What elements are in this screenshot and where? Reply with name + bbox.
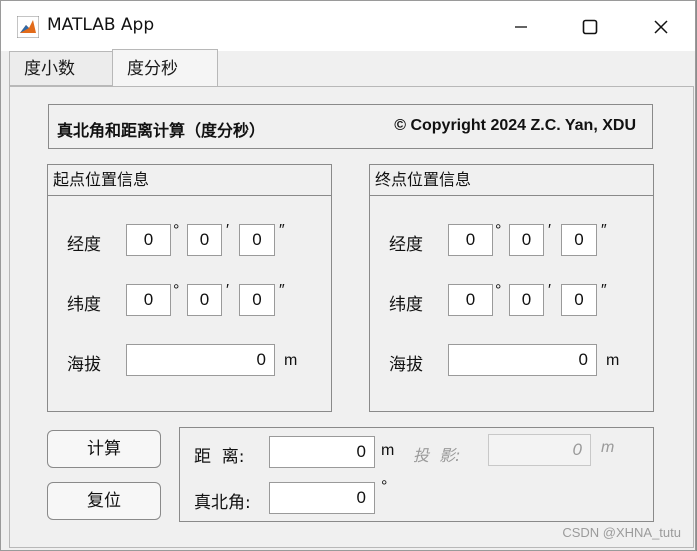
projection-output: 0 bbox=[488, 434, 591, 466]
start-panel-title: 起点位置信息 bbox=[48, 165, 331, 196]
matlab-icon bbox=[17, 16, 39, 38]
start-lat-min-input[interactable]: 0 bbox=[187, 284, 222, 316]
window-title: MATLAB App bbox=[47, 15, 155, 35]
meter-unit: m bbox=[381, 442, 395, 459]
header-banner: 真北角和距离计算（度分秒） © Copyright 2024 Z.C. Yan,… bbox=[48, 104, 653, 149]
min-unit: ′ bbox=[226, 222, 229, 239]
start-lon-label: 经度 bbox=[67, 235, 101, 255]
deg-unit: ° bbox=[173, 282, 180, 299]
azimuth-label: 真北角: bbox=[194, 493, 251, 513]
reset-button[interactable]: 复位 bbox=[47, 482, 161, 520]
end-lat-deg-input[interactable]: 0 bbox=[448, 284, 493, 316]
start-lat-deg-input[interactable]: 0 bbox=[126, 284, 171, 316]
page-title: 真北角和距离计算（度分秒） bbox=[57, 121, 266, 140]
tab-dms[interactable]: 度分秒 bbox=[112, 49, 218, 86]
maximize-icon bbox=[582, 19, 598, 35]
min-unit: ′ bbox=[548, 282, 551, 299]
meter-unit: m bbox=[601, 439, 615, 456]
end-lat-min-input[interactable]: 0 bbox=[509, 284, 544, 316]
start-lon-min-input[interactable]: 0 bbox=[187, 224, 222, 256]
calculate-button[interactable]: 计算 bbox=[47, 430, 161, 468]
sec-unit: ″ bbox=[601, 222, 607, 239]
end-lon-min-input[interactable]: 0 bbox=[509, 224, 544, 256]
maximize-button[interactable] bbox=[568, 11, 612, 43]
min-unit: ′ bbox=[548, 222, 551, 239]
start-lon-deg-input[interactable]: 0 bbox=[126, 224, 171, 256]
start-lon-sec-input[interactable]: 0 bbox=[239, 224, 275, 256]
start-alt-input[interactable]: 0 bbox=[126, 344, 275, 376]
deg-unit: ° bbox=[495, 282, 502, 299]
min-unit: ′ bbox=[226, 282, 229, 299]
end-lon-deg-input[interactable]: 0 bbox=[448, 224, 493, 256]
deg-unit: ° bbox=[381, 478, 388, 495]
close-icon bbox=[654, 20, 668, 34]
meter-unit: m bbox=[284, 352, 298, 369]
deg-unit: ° bbox=[173, 222, 180, 239]
app-window: MATLAB App 度小数 度分秒 真北角和距离计算（度分秒） © Copyr… bbox=[0, 0, 696, 551]
sec-unit: ″ bbox=[279, 222, 285, 239]
end-lat-sec-input[interactable]: 0 bbox=[561, 284, 597, 316]
projection-label: 投 影: bbox=[413, 446, 461, 465]
end-alt-label: 海拔 bbox=[389, 355, 423, 375]
end-lon-sec-input[interactable]: 0 bbox=[561, 224, 597, 256]
minimize-icon bbox=[515, 26, 527, 28]
end-position-panel: 终点位置信息 经度 0 ° 0 ′ 0 ″ 纬度 0 ° 0 ′ 0 ″ 海拔 … bbox=[369, 164, 654, 412]
title-bar: MATLAB App bbox=[1, 1, 695, 51]
close-button[interactable] bbox=[639, 11, 683, 43]
tab-strip: 度小数 度分秒 bbox=[9, 49, 695, 87]
distance-label: 距 离: bbox=[194, 447, 245, 467]
end-lon-label: 经度 bbox=[389, 235, 423, 255]
copyright-text: © Copyright 2024 Z.C. Yan, XDU bbox=[394, 117, 636, 134]
start-lat-sec-input[interactable]: 0 bbox=[239, 284, 275, 316]
start-position-panel: 起点位置信息 经度 0 ° 0 ′ 0 ″ 纬度 0 ° 0 ′ 0 ″ 海拔 … bbox=[47, 164, 332, 412]
tab-decimal-degrees[interactable]: 度小数 bbox=[9, 51, 113, 86]
deg-unit: ° bbox=[495, 222, 502, 239]
sec-unit: ″ bbox=[601, 282, 607, 299]
meter-unit: m bbox=[606, 352, 620, 369]
end-lat-label: 纬度 bbox=[389, 295, 423, 315]
watermark: CSDN @XHNA_tutu bbox=[562, 525, 681, 540]
result-panel: 距 离: 0 m 投 影: 0 m 真北角: 0 ° bbox=[179, 427, 654, 522]
minimize-button[interactable] bbox=[499, 11, 543, 43]
start-alt-label: 海拔 bbox=[67, 355, 101, 375]
start-lat-label: 纬度 bbox=[67, 295, 101, 315]
distance-output: 0 bbox=[269, 436, 375, 468]
sec-unit: ″ bbox=[279, 282, 285, 299]
end-panel-title: 终点位置信息 bbox=[370, 165, 653, 196]
azimuth-output: 0 bbox=[269, 482, 375, 514]
end-alt-input[interactable]: 0 bbox=[448, 344, 597, 376]
